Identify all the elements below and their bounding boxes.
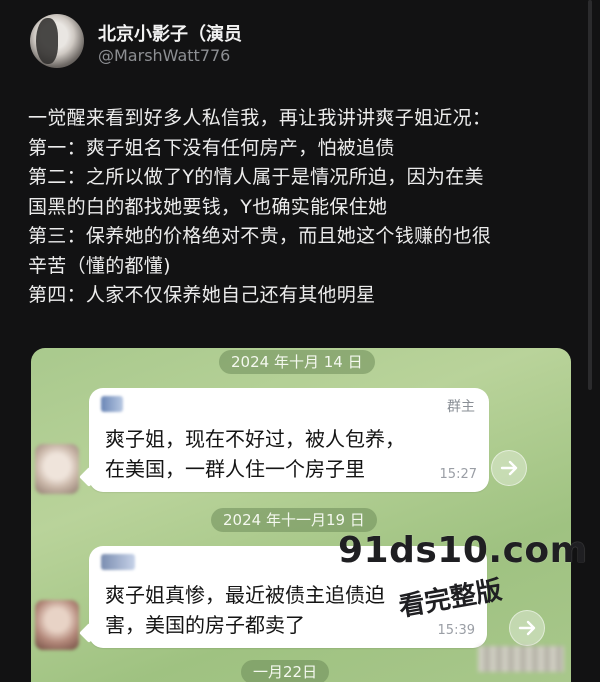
forward-button[interactable] [509,610,545,646]
tweet-line: 第三：保养她的价格绝对不贵，而且她这个钱赚的也很 [28,225,492,247]
tweet-line: 辛苦（懂的都懂) [28,254,171,277]
tweet-line: 第一：爽子姐名下没有任何房产，怕被追债 [28,136,395,159]
message-text: 爽子姐真惨，最近被债主追债迫 [105,583,385,607]
message-time: 15:27 [439,467,477,482]
forward-button[interactable] [491,450,527,486]
redacted-corner [478,646,564,672]
member-avatar[interactable] [35,600,79,650]
member-avatar[interactable] [35,444,79,494]
sender-name-redacted [101,554,135,570]
message-bubble[interactable]: 群主 爽子姐，现在不好过，被人包养， 在美国，一群人住一个房子里 15:27 [89,388,489,492]
date-divider: 2024 年十月 14 日 [219,350,375,374]
message-text: 害，美国的房子都卖了 [105,613,305,637]
tweet-text: 一觉醒来看到好多人私信我，再让我讲讲爽子姐近况： 第一：爽子姐名下没有任何房产，… [28,104,578,311]
tweet-line: 第四：人家不仅保养她自己还有其他明星 [28,284,376,306]
message-text: 爽子姐，现在不好过，被人包养， [105,427,405,451]
forward-arrow-icon [500,460,518,476]
tweet-line: 国黑的白的都找她要钱，Y也确实能保住她 [28,195,388,218]
date-divider: 2024 年十一月19 日 [211,508,377,532]
sender-name-redacted [101,396,123,412]
scrollbar[interactable] [588,0,592,390]
message-time: 15:39 [437,623,475,638]
forward-arrow-icon [518,620,536,636]
profile-avatar[interactable] [30,14,84,68]
tweet-line: 第二：之所以做了Y的情人属于是情况所迫，因为在美 [28,166,484,188]
tweet-line: 一觉醒来看到好多人私信我，再让我讲讲爽子姐近况： [28,107,492,129]
user-handle[interactable]: @MarshWatt776 [98,46,230,65]
tweet-screenshot: 北京小影子（演员 @MarshWatt776 一觉醒来看到好多人私信我，再让我讲… [0,0,600,682]
message-text: 在美国，一群人住一个房子里 [105,457,365,481]
date-divider: 一月22日 [241,660,330,682]
role-badge: 群主 [447,399,475,415]
display-name[interactable]: 北京小影子（演员 [98,20,242,46]
embedded-chat-screenshot: 2024 年十月 14 日 群主 爽子姐，现在不好过，被人包养， 在美国，一群人… [31,348,571,682]
watermark-url: 91ds10.com [338,530,588,571]
